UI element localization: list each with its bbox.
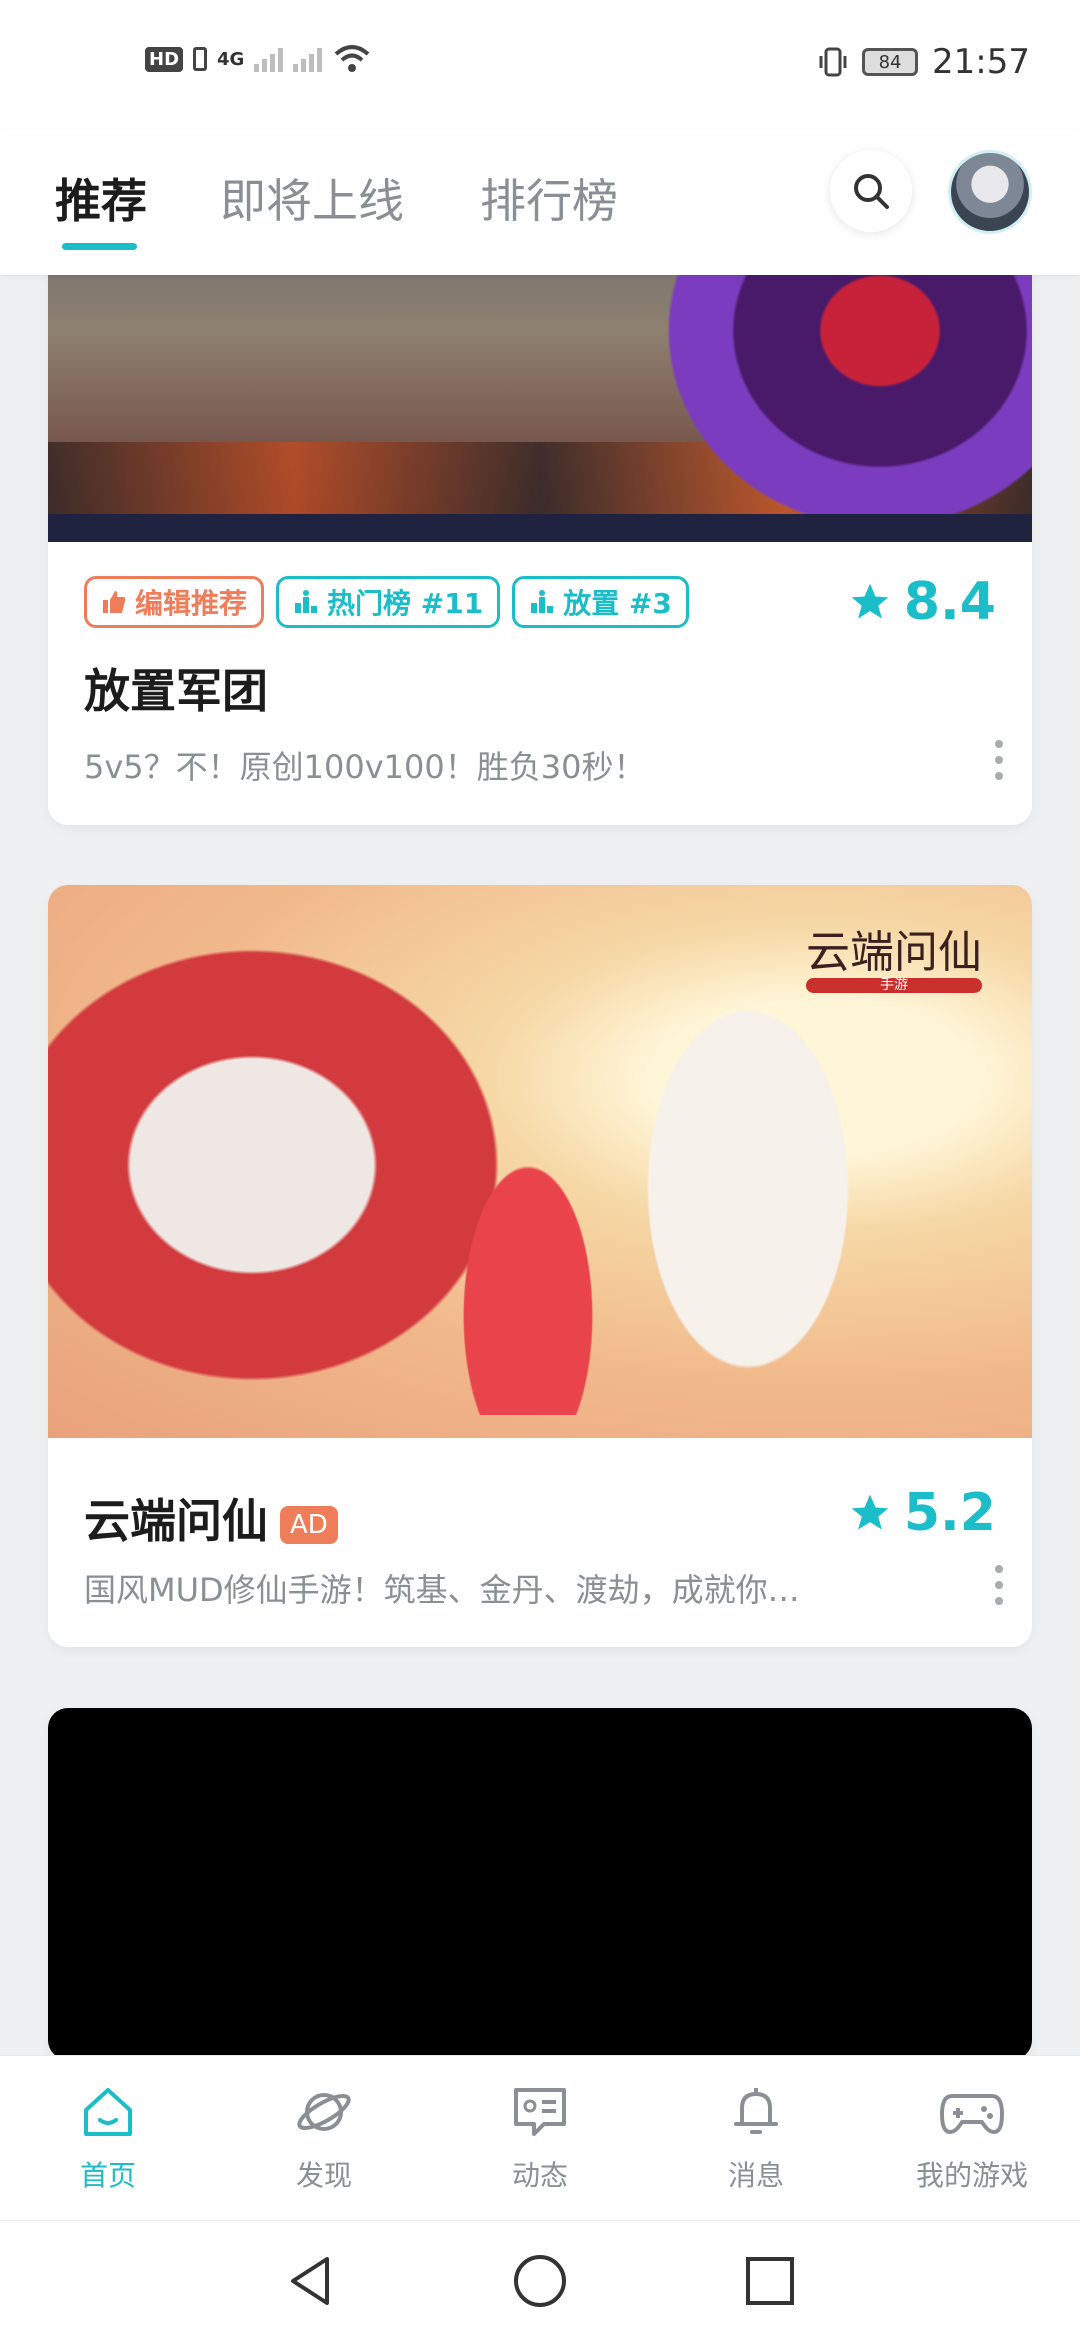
gamepad-icon bbox=[940, 2094, 1004, 2134]
more-options-icon[interactable] bbox=[994, 1565, 1004, 1605]
tab-upcoming[interactable]: 即将上线 bbox=[220, 165, 404, 231]
game-title[interactable]: 放置军团 bbox=[84, 655, 268, 721]
home-button-icon[interactable] bbox=[510, 2251, 570, 2311]
more-options-icon[interactable] bbox=[994, 740, 1004, 780]
thumbs-up-icon bbox=[103, 591, 126, 613]
nav-label: 发现 bbox=[295, 2159, 352, 2192]
clock: 21:57 bbox=[932, 42, 1030, 82]
wifi-icon bbox=[335, 45, 370, 72]
system-navigation-bar bbox=[0, 2220, 1080, 2340]
ad-badge: AD bbox=[280, 1505, 338, 1544]
game-banner-image[interactable]: 云端问仙 手游 bbox=[48, 885, 1032, 1438]
tag-label: 编辑推荐 bbox=[135, 587, 248, 620]
nav-discover[interactable]: 发现 bbox=[216, 2056, 432, 2220]
nav-label: 首页 bbox=[79, 2159, 136, 2192]
tag-label: 热门榜 #11 bbox=[327, 587, 484, 620]
status-bar: HD 4G 84 21:57 bbox=[0, 0, 1080, 130]
battery-icon: 84 bbox=[862, 48, 919, 76]
game-logo-sub: 手游 bbox=[806, 978, 982, 993]
search-button[interactable] bbox=[830, 150, 912, 232]
nav-messages[interactable]: 消息 bbox=[648, 2056, 864, 2220]
podium-icon bbox=[295, 590, 318, 613]
network-type: 4G bbox=[217, 48, 245, 70]
sim-icon bbox=[193, 47, 208, 71]
game-title-text: 云端问仙 bbox=[84, 1494, 268, 1548]
banner-strip bbox=[48, 514, 1032, 542]
star-icon bbox=[851, 583, 889, 619]
rating-value: 5.2 bbox=[903, 1483, 996, 1543]
signal-icon-2 bbox=[293, 46, 323, 72]
vibrate-icon bbox=[819, 47, 847, 77]
active-tab-indicator bbox=[62, 243, 137, 250]
status-left: HD 4G bbox=[145, 44, 372, 74]
signal-icon bbox=[254, 46, 284, 72]
game-rating: 8.4 bbox=[848, 572, 996, 632]
game-description: 5v5？不！原创100v100！胜负30秒！ bbox=[84, 748, 646, 786]
bell-icon bbox=[734, 2088, 778, 2134]
hd-voice-icon: HD bbox=[145, 46, 184, 72]
banner-fox bbox=[608, 985, 888, 1438]
banner-girl bbox=[428, 1085, 628, 1415]
tab-ranking[interactable]: 排行榜 bbox=[480, 165, 618, 231]
star-icon bbox=[851, 1494, 889, 1530]
back-icon[interactable] bbox=[283, 2251, 337, 2311]
home-icon bbox=[84, 2088, 132, 2136]
game-logo-text: 云端问仙 bbox=[806, 927, 982, 978]
nav-label: 我的游戏 bbox=[915, 2159, 1028, 2192]
top-header: 推荐 即将上线 排行榜 bbox=[0, 130, 1080, 275]
planet-icon bbox=[297, 2093, 351, 2131]
status-right: 84 21:57 bbox=[818, 42, 1030, 82]
game-rating: 5.2 bbox=[848, 1483, 996, 1543]
search-icon bbox=[854, 174, 889, 209]
podium-icon bbox=[531, 590, 554, 613]
nav-home[interactable]: 首页 bbox=[0, 2056, 216, 2220]
game-card[interactable]: 编辑推荐 热门榜 #11 放置 #3 8.4 放置军团 5v5？不！原创100v… bbox=[48, 190, 1032, 825]
nav-my-games[interactable]: 我的游戏 bbox=[864, 2056, 1080, 2220]
rating-value: 8.4 bbox=[903, 572, 996, 632]
video-card[interactable] bbox=[48, 1708, 1032, 2060]
nav-feed[interactable]: 动态 bbox=[432, 2056, 648, 2220]
bottom-navigation: 首页 发现 动态 消息 我的游戏 bbox=[0, 2055, 1080, 2220]
game-title[interactable]: 云端问仙 AD bbox=[84, 1485, 338, 1551]
chat-card-icon bbox=[514, 2088, 566, 2136]
tag-list: 编辑推荐 热门榜 #11 放置 #3 bbox=[84, 576, 689, 628]
game-description: 国风MUD修仙手游！筑基、金丹、渡劫，成就你… bbox=[84, 1571, 800, 1609]
nav-label: 消息 bbox=[727, 2159, 784, 2192]
tag-idle-rank[interactable]: 放置 #3 bbox=[512, 576, 689, 628]
tag-label: 放置 #3 bbox=[563, 587, 672, 620]
recents-icon[interactable] bbox=[742, 2251, 798, 2311]
user-avatar[interactable] bbox=[948, 150, 1032, 234]
tag-editor-pick[interactable]: 编辑推荐 bbox=[84, 576, 265, 628]
tab-recommend[interactable]: 推荐 bbox=[55, 165, 147, 231]
tag-hot-rank[interactable]: 热门榜 #11 bbox=[276, 576, 501, 628]
nav-label: 动态 bbox=[511, 2159, 568, 2192]
game-logo: 云端问仙 手游 bbox=[806, 927, 982, 993]
game-card[interactable]: 云端问仙 手游 云端问仙 AD 5.2 国风MUD修仙手游！筑基、金丹、渡劫，成就… bbox=[48, 885, 1032, 1647]
